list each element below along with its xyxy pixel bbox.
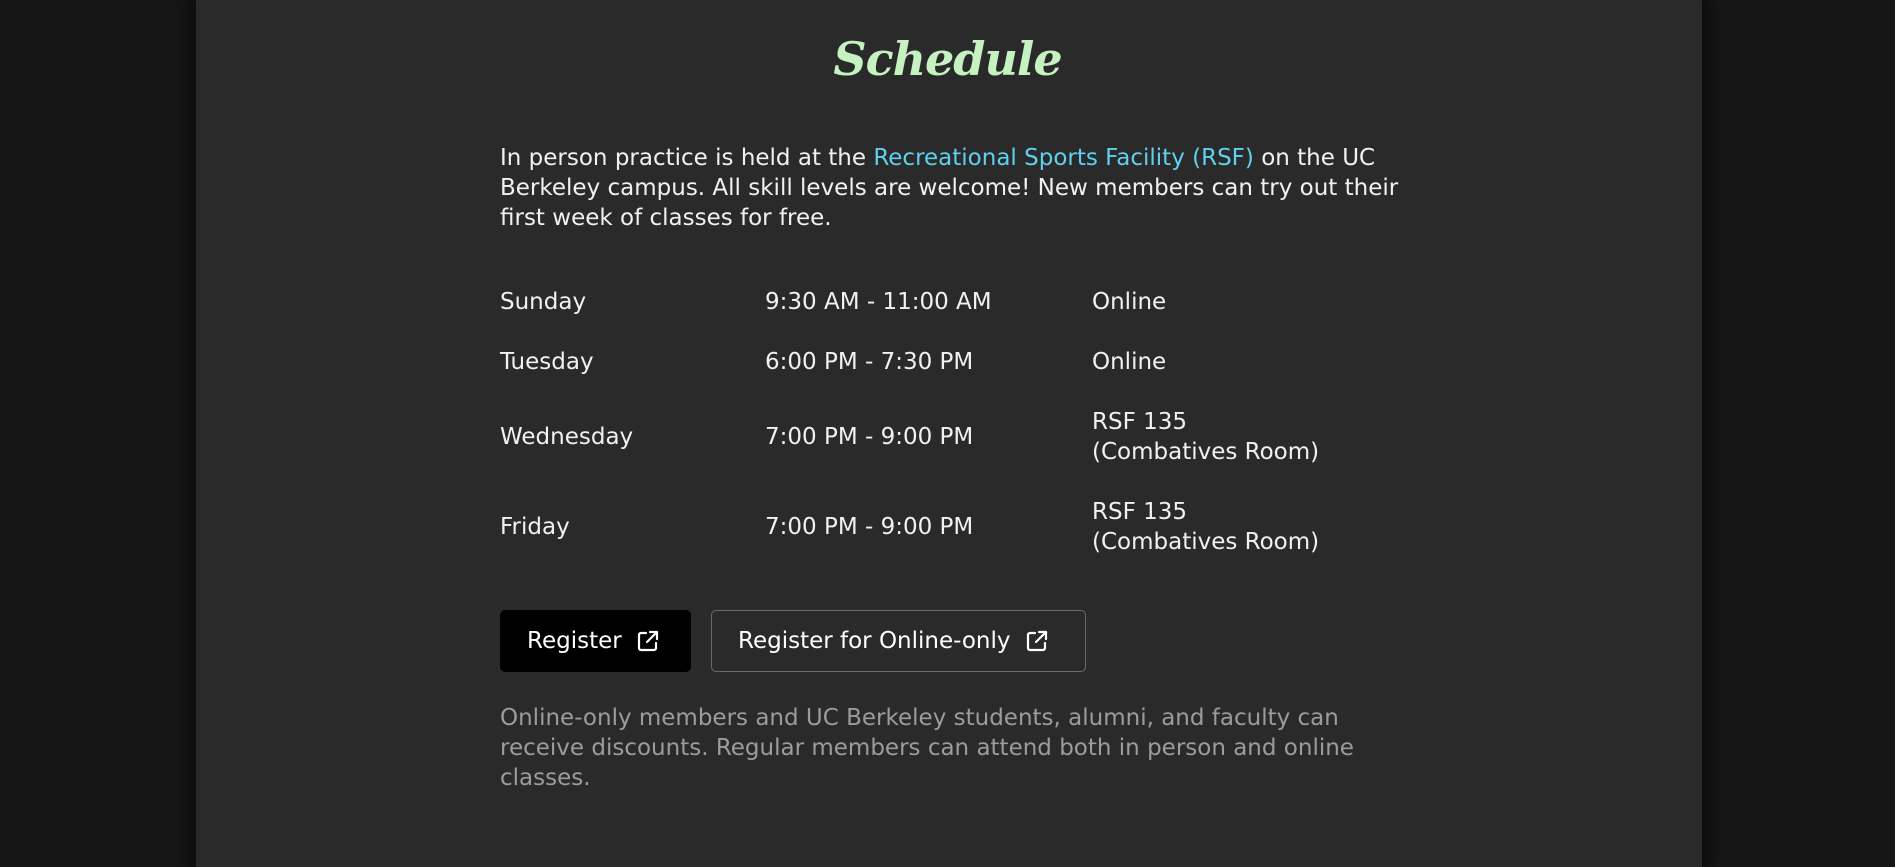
schedule-location: RSF 135 (Combatives Room) [1092,407,1392,467]
schedule-location-line2: (Combatives Room) [1092,529,1320,555]
external-link-icon [637,630,658,652]
intro-text-before: In person practice is held at the [500,145,874,171]
schedule-location: RSF 135 (Combatives Room) [1092,497,1392,557]
schedule-location-line2: (Combatives Room) [1092,439,1320,465]
register-button-label: Register [527,628,622,654]
schedule-location-line1: Online [1092,349,1167,375]
external-link-icon [1026,630,1047,652]
rsf-link[interactable]: Recreational Sports Facility (RSF) [873,145,1254,171]
schedule-location: Online [1092,347,1392,377]
schedule-time: 9:30 AM - 11:00 AM [765,289,992,315]
schedule-time: 7:00 PM - 9:00 PM [765,514,974,540]
schedule-day: Sunday [500,289,587,315]
schedule-day: Tuesday [500,349,594,375]
schedule-time: 6:00 PM - 7:30 PM [765,349,974,375]
schedule-day: Friday [500,514,570,540]
intro-paragraph: In person practice is held at the Recrea… [500,143,1400,233]
schedule-location-line1: Online [1092,289,1167,315]
register-online-button[interactable]: Register for Online-only [711,610,1086,672]
register-button[interactable]: Register [500,610,691,672]
schedule-location-line1: RSF 135 [1092,499,1188,525]
register-online-button-label: Register for Online-only [738,628,1011,654]
schedule-location: Online [1092,287,1392,317]
schedule-time: 7:00 PM - 9:00 PM [765,424,974,450]
page: Schedule In person practice is held at t… [0,0,1895,867]
section-title: Schedule [833,32,1062,86]
discount-note: Online-only members and UC Berkeley stud… [500,705,1354,791]
schedule-location-line1: RSF 135 [1092,409,1188,435]
schedule-day: Wednesday [500,424,634,450]
